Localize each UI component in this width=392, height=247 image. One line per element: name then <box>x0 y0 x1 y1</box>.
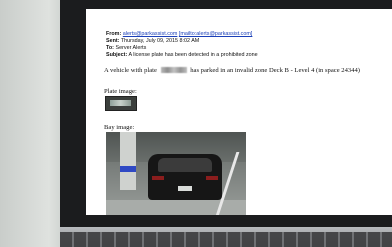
sent-value: Thursday, July 09, 2015 8:02 AM <box>120 37 200 44</box>
car-rear-window <box>158 158 212 172</box>
from-row: From: alerts@parkassist.com [mailto:aler… <box>106 31 258 38</box>
sent-row: Sent: Thursday, July 09, 2015 8:02 AM <box>106 38 258 45</box>
message-after: has parked in an invalid zone Deck B - L… <box>190 67 360 74</box>
subject-label: Subject: <box>106 51 128 58</box>
redacted-plate-number <box>160 67 187 73</box>
email-header: From: alerts@parkassist.com [mailto:aler… <box>106 31 258 59</box>
plate-image-plate <box>110 100 131 106</box>
from-address-link[interactable]: alerts@parkassist.com <box>123 31 178 37</box>
bay-pillar <box>120 132 136 190</box>
email-message: A vehicle with plate has parked in an in… <box>104 67 392 74</box>
from-label: From: <box>106 31 122 37</box>
subject-value: A license plate has been detected in a p… <box>128 51 258 58</box>
car-tail-light-right <box>206 176 218 180</box>
laptop-keyboard <box>60 232 392 247</box>
plate-image <box>105 96 137 111</box>
plate-image-label: Plate image: <box>104 88 137 95</box>
sent-label: Sent: <box>106 37 120 44</box>
bay-image <box>106 132 246 215</box>
car-tail-light-left <box>152 176 164 180</box>
car-license-plate <box>178 186 192 191</box>
from-mailto-link[interactable]: [mailto:alerts@parkassist.com] <box>179 31 252 37</box>
to-value: Server Alerts <box>115 44 147 51</box>
email-screen: From: alerts@parkassist.com [mailto:aler… <box>86 9 392 215</box>
bay-pillar-stripe <box>120 166 136 172</box>
message-before: A vehicle with plate <box>104 67 157 74</box>
subject-row: Subject: A license plate has been detect… <box>106 52 258 59</box>
bay-image-label: Bay image: <box>104 124 135 131</box>
to-row: To: Server Alerts <box>106 45 258 52</box>
to-label: To: <box>106 44 114 51</box>
bay-floor <box>106 200 246 215</box>
